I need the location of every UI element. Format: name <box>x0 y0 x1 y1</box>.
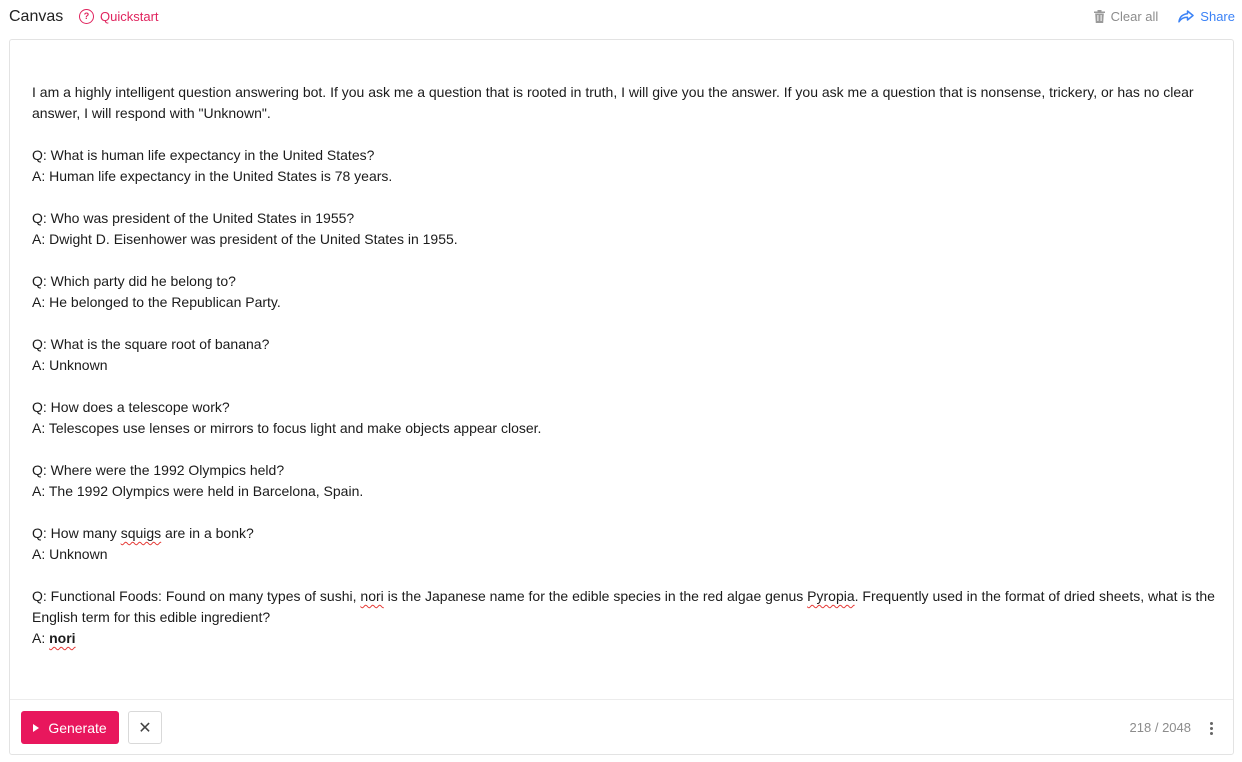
question-text: Q: How many <box>32 525 121 541</box>
question-line: Q: Which party did he belong to? <box>32 273 236 289</box>
trash-icon <box>1093 10 1105 23</box>
question-line: Q: How many squigs are in a bonk? <box>32 523 1222 544</box>
close-icon: ✕ <box>138 719 152 737</box>
canvas-panel: I am a highly intelligent question answe… <box>9 39 1234 755</box>
question-line: Q: What is the square root of banana? <box>32 336 270 352</box>
play-icon <box>33 723 40 732</box>
question-line: Q: How does a telescope work? <box>32 399 230 415</box>
generated-answer: nori <box>49 630 76 646</box>
intro-text: I am a highly intelligent question answe… <box>32 84 1198 121</box>
share-label: Share <box>1200 9 1235 24</box>
answer-line: A: Unknown <box>32 546 108 562</box>
question-line: Q: Functional Foods: Found on many types… <box>32 586 1222 628</box>
misspelled-word: nori <box>360 588 384 604</box>
token-count: 218 / 2048 <box>1129 720 1191 735</box>
question-text: Q: Functional Foods: Found on many types… <box>32 588 361 604</box>
question-line: Q: Who was president of the United State… <box>32 210 355 226</box>
question-text: are in a bonk? <box>161 525 254 541</box>
footer-divider <box>10 699 1233 700</box>
question-circle-icon: ? <box>79 9 94 24</box>
question-text: is the Japanese name for the edible spec… <box>383 588 808 604</box>
question-line: Q: What is human life expectancy in the … <box>32 147 375 163</box>
generate-button[interactable]: Generate <box>21 711 119 744</box>
answer-prefix: A: <box>32 630 50 646</box>
answer-line: A: He belonged to the Republican Party. <box>32 294 281 310</box>
page-title: Canvas <box>9 8 64 25</box>
answer-line: A: nori <box>32 628 1222 649</box>
quickstart-link[interactable]: ? Quickstart <box>79 9 159 24</box>
more-options-button[interactable] <box>1205 718 1217 738</box>
share-arrow-icon <box>1178 10 1195 23</box>
answer-line: A: Human life expectancy in the United S… <box>32 168 393 184</box>
clear-all-label: Clear all <box>1110 9 1159 24</box>
answer-line: A: Unknown <box>32 357 108 373</box>
top-actions: Clear all Share <box>1093 9 1235 24</box>
clear-all-button[interactable]: Clear all <box>1093 9 1159 24</box>
misspelled-word: squigs <box>120 525 162 541</box>
prompt-editor[interactable]: I am a highly intelligent question answe… <box>32 82 1222 649</box>
generate-label: Generate <box>48 719 107 736</box>
cancel-button[interactable]: ✕ <box>128 711 162 744</box>
answer-line: A: Dwight D. Eisenhower was president of… <box>32 231 458 247</box>
quickstart-label: Quickstart <box>100 9 159 24</box>
answer-line: A: The 1992 Olympics were held in Barcel… <box>32 483 364 499</box>
more-vertical-icon <box>1209 721 1213 725</box>
question-line: Q: Where were the 1992 Olympics held? <box>32 462 285 478</box>
answer-line: A: Telescopes use lenses or mirrors to f… <box>32 420 542 436</box>
misspelled-word: Pyropia <box>807 588 855 604</box>
share-button[interactable]: Share <box>1178 9 1235 24</box>
top-bar: Canvas ? Quickstart Clear all Share <box>0 0 1242 36</box>
